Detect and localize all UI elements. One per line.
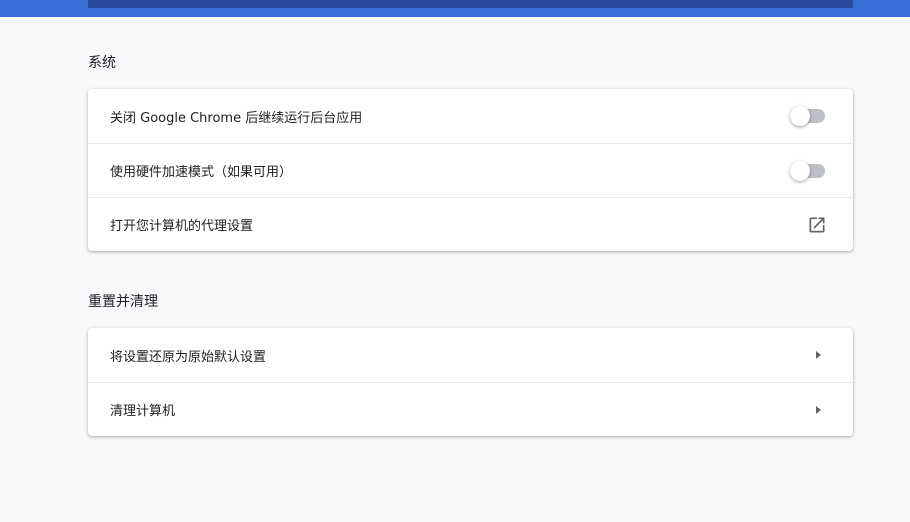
row-proxy-settings[interactable]: 打开您计算机的代理设置 (88, 197, 853, 251)
restore-defaults-arrow-button[interactable] (807, 343, 831, 367)
toggle-knob (790, 160, 810, 181)
row-label-proxy-settings: 打开您计算机的代理设置 (110, 219, 254, 234)
row-label-background-apps: 关闭 Google Chrome 后继续运行后台应用 (110, 110, 363, 126)
row-restore-defaults[interactable]: 将设置还原为原始默认设置 (88, 328, 853, 382)
arrow-right-icon (816, 405, 821, 414)
external-link-icon[interactable] (805, 213, 829, 237)
toolbar-inner-strip (88, 0, 853, 8)
system-settings-card: 关闭 Google Chrome 后继续运行后台应用 使用硬件加速模式（如果可用… (88, 89, 853, 251)
row-clean-computer[interactable]: 清理计算机 (88, 382, 853, 436)
row-background-apps[interactable]: 关闭 Google Chrome 后继续运行后台应用 (88, 89, 853, 143)
reset-settings-card: 将设置还原为原始默认设置 清理计算机 (88, 328, 853, 436)
section-title-system: 系统 (88, 55, 116, 71)
row-label-clean-computer: 清理计算机 (110, 404, 176, 419)
top-toolbar (0, 0, 910, 17)
toggle-knob (790, 106, 810, 126)
clean-computer-arrow-button[interactable] (807, 398, 831, 422)
background-apps-toggle[interactable] (790, 106, 827, 126)
section-title-reset: 重置并清理 (88, 294, 158, 310)
row-hardware-acceleration[interactable]: 使用硬件加速模式（如果可用） (88, 143, 853, 197)
row-label-restore-defaults: 将设置还原为原始默认设置 (110, 349, 267, 365)
row-label-hardware-acceleration: 使用硬件加速模式（如果可用） (110, 165, 293, 180)
hardware-acceleration-toggle[interactable] (790, 160, 827, 181)
arrow-right-icon (816, 351, 821, 359)
